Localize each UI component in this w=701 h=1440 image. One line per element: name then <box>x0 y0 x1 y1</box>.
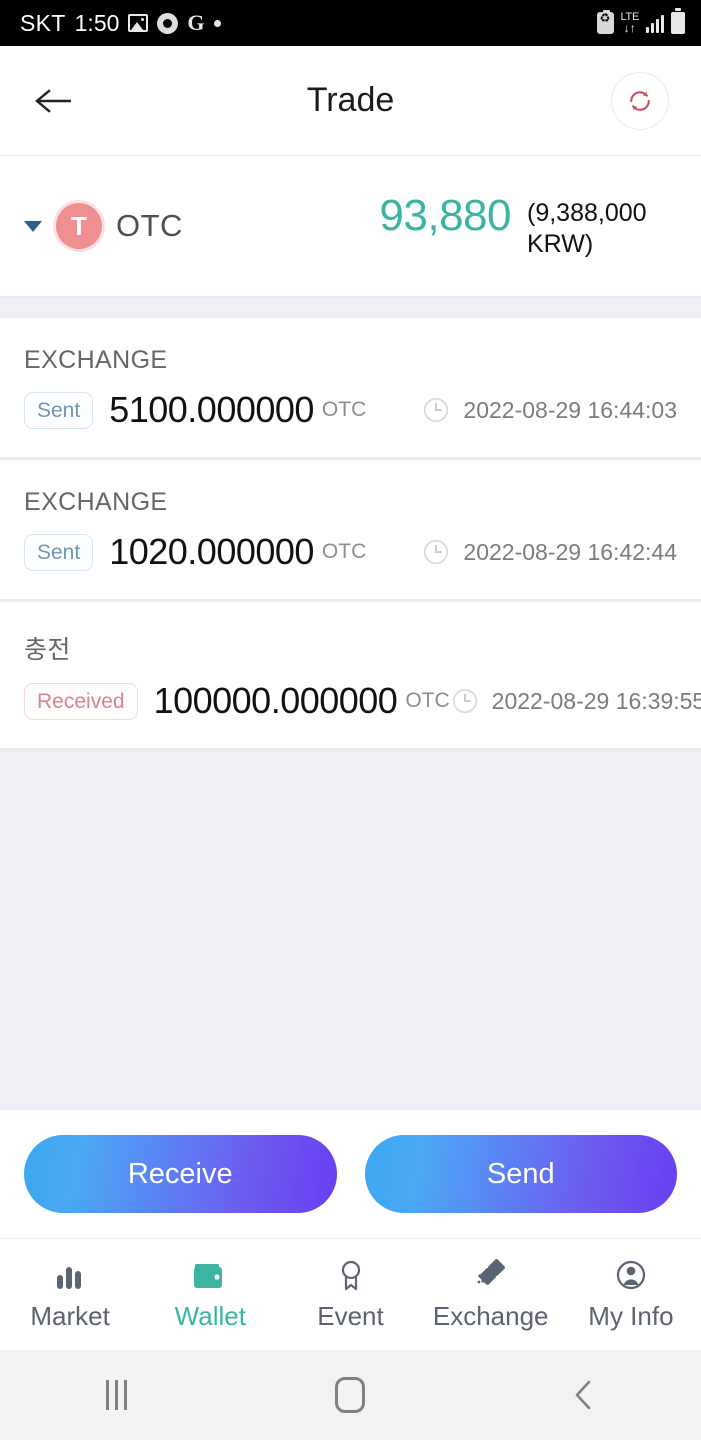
system-back-button[interactable] <box>539 1365 629 1425</box>
refresh-button[interactable] <box>611 71 669 130</box>
coin-avatar: T <box>56 203 102 249</box>
coin-selector[interactable]: T OTC <box>24 203 183 249</box>
arrow-left-icon <box>35 88 71 113</box>
nav-label-my-info: My Info <box>588 1301 674 1331</box>
person-icon <box>615 1257 647 1291</box>
balance-fiat: (9,388,000 KRW) <box>527 198 647 258</box>
transaction-time: 2022-08-29 16:42:44 <box>421 537 677 567</box>
page-title: Trade <box>306 81 395 119</box>
home-icon <box>335 1377 366 1413</box>
phone-screen: SKT 1:50 G LTE ↓↑ Trade <box>0 0 701 1440</box>
transaction-unit: OTC <box>405 689 450 712</box>
balance-amount: 93,880 <box>379 190 511 240</box>
balance-section: T OTC 93,880 (9,388,000 KRW) <box>0 156 701 296</box>
bottom-navigation: Market Wallet Event Exchange My Info <box>0 1238 701 1350</box>
nav-item-wallet[interactable]: Wallet <box>140 1257 280 1332</box>
app-header: Trade <box>0 46 701 156</box>
back-chevron-icon <box>575 1380 591 1410</box>
nav-item-event[interactable]: Event <box>280 1257 420 1332</box>
refresh-icon <box>630 90 650 111</box>
clock-label: 1:50 <box>74 9 120 36</box>
recent-apps-button[interactable] <box>72 1365 162 1425</box>
award-icon <box>336 1257 366 1291</box>
status-badge: Received <box>24 682 138 720</box>
battery-icon <box>671 8 685 34</box>
transaction-body: Sent 1020.000000 OTC 2022-08-29 16:42:44 <box>24 531 677 573</box>
empty-list-area <box>0 751 701 1110</box>
transaction-body: Sent 5100.000000 OTC 2022-08-29 16:44:03 <box>24 389 677 431</box>
section-divider <box>0 296 701 318</box>
table-row[interactable]: EXCHANGE Sent 1020.000000 OTC 2022-08-29… <box>0 460 701 602</box>
transaction-time: 2022-08-29 16:39:55 <box>450 686 701 716</box>
status-badge: Sent <box>24 533 94 571</box>
nav-label-market: Market <box>30 1301 110 1331</box>
bar-chart-icon <box>54 1257 86 1291</box>
chrome-icon <box>157 12 179 34</box>
transaction-amount: 5100.000000 <box>109 389 314 430</box>
home-button[interactable] <box>305 1365 395 1425</box>
action-bar: Receive Send <box>0 1110 701 1238</box>
photo-icon <box>128 14 149 32</box>
transaction-body: Received 100000.000000 OTC 2022-08-29 16… <box>24 680 701 722</box>
transaction-time: 2022-08-29 16:44:03 <box>421 395 677 425</box>
exchange-diamonds-icon <box>474 1257 508 1291</box>
balance-values: 93,880 (9,388,000 KRW) <box>379 190 677 261</box>
nav-label-event: Event <box>317 1301 384 1331</box>
recent-apps-icon <box>106 1380 128 1410</box>
transaction-amount: 1020.000000 <box>109 531 314 572</box>
clock-icon <box>452 688 477 714</box>
nav-label-wallet: Wallet <box>174 1301 246 1331</box>
signal-icon <box>646 13 664 33</box>
status-bar-right: LTE ↓↑ <box>596 8 685 35</box>
transaction-title: EXCHANGE <box>24 346 168 374</box>
clock-icon <box>424 539 449 565</box>
table-row[interactable]: 충전 Received 100000.000000 OTC 2022-08-29… <box>0 602 701 751</box>
carrier-label: SKT <box>20 9 66 36</box>
nav-label-exchange: Exchange <box>432 1301 549 1331</box>
transaction-timestamp: 2022-08-29 16:39:55 <box>491 687 701 714</box>
transaction-amount: 100000.000000 <box>153 680 398 721</box>
status-badge: Sent <box>24 391 94 429</box>
transaction-title: EXCHANGE <box>24 488 168 516</box>
nav-item-my-info[interactable]: My Info <box>561 1257 701 1332</box>
transaction-unit: OTC <box>321 398 367 421</box>
wallet-icon <box>193 1257 227 1291</box>
transaction-unit: OTC <box>321 540 367 563</box>
chevron-down-icon <box>24 220 42 232</box>
coin-name-label: OTC <box>116 208 183 243</box>
status-bar-left: SKT 1:50 G <box>20 10 221 37</box>
transaction-title: 충전 <box>24 636 71 664</box>
clock-icon <box>424 397 449 423</box>
system-navigation-bar <box>0 1350 701 1440</box>
battery-saver-icon <box>596 10 614 34</box>
nav-item-market[interactable]: Market <box>0 1257 140 1332</box>
nav-item-exchange[interactable]: Exchange <box>421 1257 561 1332</box>
google-icon: G <box>187 10 205 35</box>
dot-icon <box>213 19 221 27</box>
transaction-timestamp: 2022-08-29 16:42:44 <box>463 538 677 565</box>
transaction-list: EXCHANGE Sent 5100.000000 OTC 2022-08-29… <box>0 318 701 1110</box>
lte-arrows: ↓↑ <box>623 21 636 35</box>
lte-icon: LTE ↓↑ <box>621 12 640 35</box>
back-button[interactable] <box>28 74 82 128</box>
status-bar: SKT 1:50 G LTE ↓↑ <box>0 0 701 46</box>
table-row[interactable]: EXCHANGE Sent 5100.000000 OTC 2022-08-29… <box>0 318 701 460</box>
send-button[interactable]: Send <box>364 1135 677 1213</box>
receive-button[interactable]: Receive <box>24 1135 337 1213</box>
transaction-timestamp: 2022-08-29 16:44:03 <box>463 396 677 423</box>
